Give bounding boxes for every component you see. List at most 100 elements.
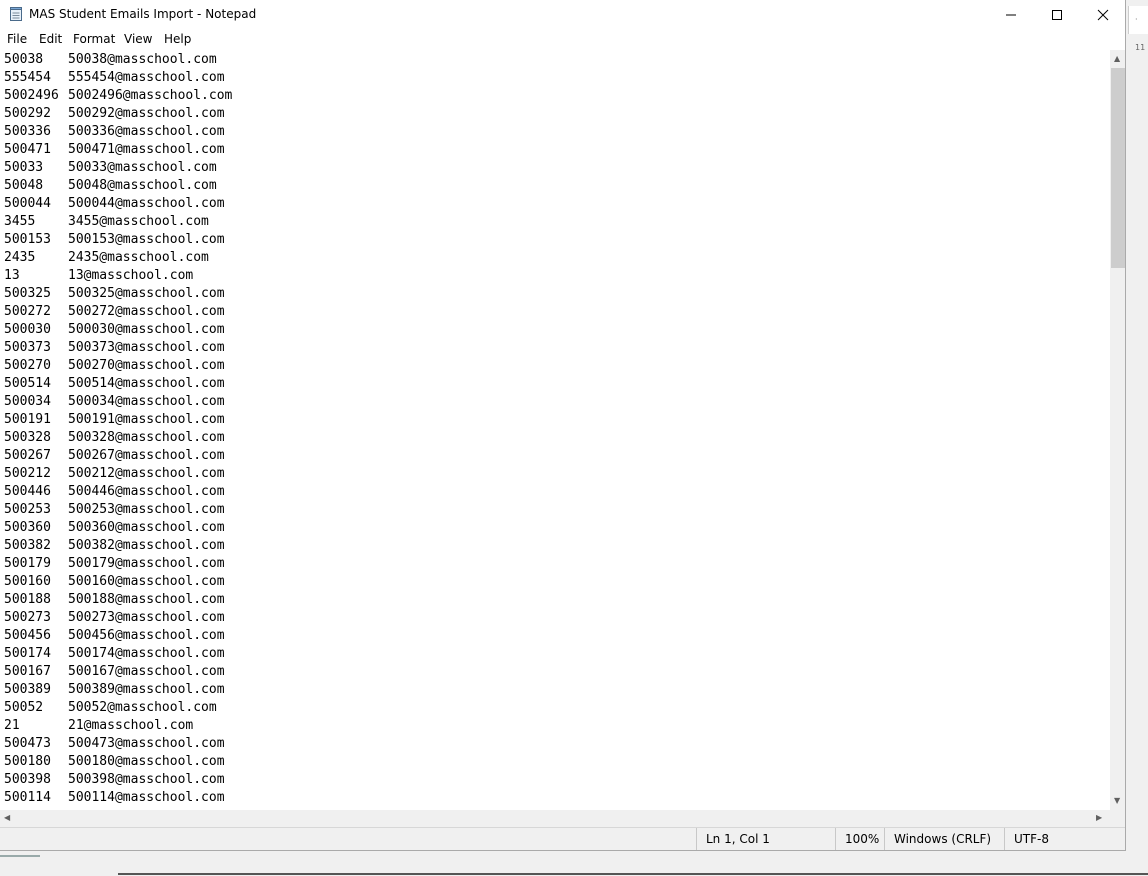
student-email: 500030@masschool.com [68,322,225,337]
student-email: 500456@masschool.com [68,628,225,643]
student-email: 2435@masschool.com [68,250,209,265]
student-id: 500514 [4,376,51,391]
student-email: 500336@masschool.com [68,124,225,139]
student-id: 500273 [4,610,51,625]
student-email: 500270@masschool.com [68,358,225,373]
student-id: 500272 [4,304,51,319]
student-email: 500360@masschool.com [68,520,225,535]
text-line: 500180 500180@masschool.com [4,753,225,771]
student-email: 500471@masschool.com [68,142,225,157]
student-id: 500389 [4,682,51,697]
scroll-left-arrow-icon[interactable]: ◀ [4,813,10,823]
menu-edit[interactable]: Edit [39,32,62,46]
student-id: 500179 [4,556,51,571]
notepad-icon [10,7,22,21]
student-id: 500160 [4,574,51,589]
student-email: 50033@masschool.com [68,160,217,175]
text-line: 500270 500270@masschool.com [4,357,225,375]
close-icon [1097,9,1109,21]
student-id: 500473 [4,736,51,751]
text-editor[interactable]: 50038 50038@masschool.com 555454 555454@mas… [0,50,1110,810]
student-id: 13 [4,268,20,283]
student-id: 500373 [4,340,51,355]
student-id: 500270 [4,358,51,373]
student-id: 555454 [4,70,51,85]
menu-view[interactable]: View [124,32,152,46]
student-id: 500253 [4,502,51,517]
text-line: 500034 500034@masschool.com [4,393,225,411]
text-line: 500446 500446@masschool.com [4,483,225,501]
text-line: 500382 500382@masschool.com [4,537,225,555]
student-email: 500292@masschool.com [68,106,225,121]
text-line: 500272 500272@masschool.com [4,303,225,321]
student-id: 500212 [4,466,51,481]
text-line: 50038 50038@masschool.com [4,51,217,69]
menu-format[interactable]: Format [73,32,115,46]
student-email: 500253@masschool.com [68,502,225,517]
text-line: 500325 500325@masschool.com [4,285,225,303]
scroll-down-arrow-icon[interactable]: ▼ [1114,796,1120,806]
student-email: 500174@masschool.com [68,646,225,661]
bottom-edge [118,873,1148,875]
student-id: 500292 [4,106,51,121]
student-email: 13@masschool.com [68,268,194,283]
student-email: 3455@masschool.com [68,214,209,229]
status-encoding: UTF-8 [1004,828,1125,850]
scroll-up-arrow-icon[interactable]: ▲ [1114,54,1120,64]
student-id: 3455 [4,214,36,229]
student-email: 500153@masschool.com [68,232,225,247]
student-id: 5002496 [4,88,59,103]
text-line: 500398 500398@masschool.com [4,771,225,789]
text-line: 500030 500030@masschool.com [4,321,225,339]
title-bar[interactable]: MAS Student Emails Import - Notepad [0,0,1125,30]
student-email: 500514@masschool.com [68,376,225,391]
student-email: 500328@masschool.com [68,430,225,445]
student-id: 500471 [4,142,51,157]
student-email: 500044@masschool.com [68,196,225,211]
student-email: 5002496@masschool.com [68,88,233,103]
text-line: 500153 500153@masschool.com [4,231,225,249]
text-line: 500179 500179@masschool.com [4,555,225,573]
student-id: 500167 [4,664,51,679]
text-line: 500373 500373@masschool.com [4,339,225,357]
vertical-scroll-thumb[interactable] [1111,68,1125,268]
student-email: 500373@masschool.com [68,340,225,355]
text-line: 50048 50048@masschool.com [4,177,217,195]
student-id: 50038 [4,52,44,67]
student-email: 500114@masschool.com [68,790,225,805]
text-line: 500114 500114@masschool.com [4,789,225,807]
text-line: 555454 555454@masschool.com [4,69,225,87]
maximize-button[interactable] [1034,0,1080,30]
minimize-button[interactable] [988,0,1034,30]
student-id: 500044 [4,196,51,211]
text-line: 500044 500044@masschool.com [4,195,225,213]
student-id: 500328 [4,430,51,445]
horizontal-scrollbar[interactable]: ◀ ▶ [0,810,1110,827]
student-id: 500336 [4,124,51,139]
scroll-right-arrow-icon[interactable]: ▶ [1096,813,1102,823]
text-line: 21 21@masschool.com [4,717,193,735]
student-id: 2435 [4,250,36,265]
student-id: 500188 [4,592,51,607]
menu-file[interactable]: File [7,32,27,46]
vertical-scrollbar[interactable]: ▲ ▼ [1110,50,1125,810]
status-bar: Ln 1, Col 1 100% Windows (CRLF) UTF-8 [0,827,1125,850]
student-email: 500272@masschool.com [68,304,225,319]
close-button[interactable] [1080,0,1125,30]
text-line: 500191 500191@masschool.com [4,411,225,429]
text-line: 500360 500360@masschool.com [4,519,225,537]
text-line: 3455 3455@masschool.com [4,213,209,231]
student-email: 21@masschool.com [68,718,194,733]
student-email: 500179@masschool.com [68,556,225,571]
window-title: MAS Student Emails Import - Notepad [29,7,257,21]
text-line: 500471 500471@masschool.com [4,141,225,159]
text-line: 500328 500328@masschool.com [4,429,225,447]
student-email: 500034@masschool.com [68,394,225,409]
status-zoom: 100% [835,828,885,850]
text-line: 500456 500456@masschool.com [4,627,225,645]
student-email: 500212@masschool.com [68,466,225,481]
student-email: 500473@masschool.com [68,736,225,751]
notepad-window: MAS Student Emails Import - Notepad File… [0,0,1126,851]
menu-help[interactable]: Help [164,32,191,46]
background-window-sliver: · 11 [1128,6,1148,52]
